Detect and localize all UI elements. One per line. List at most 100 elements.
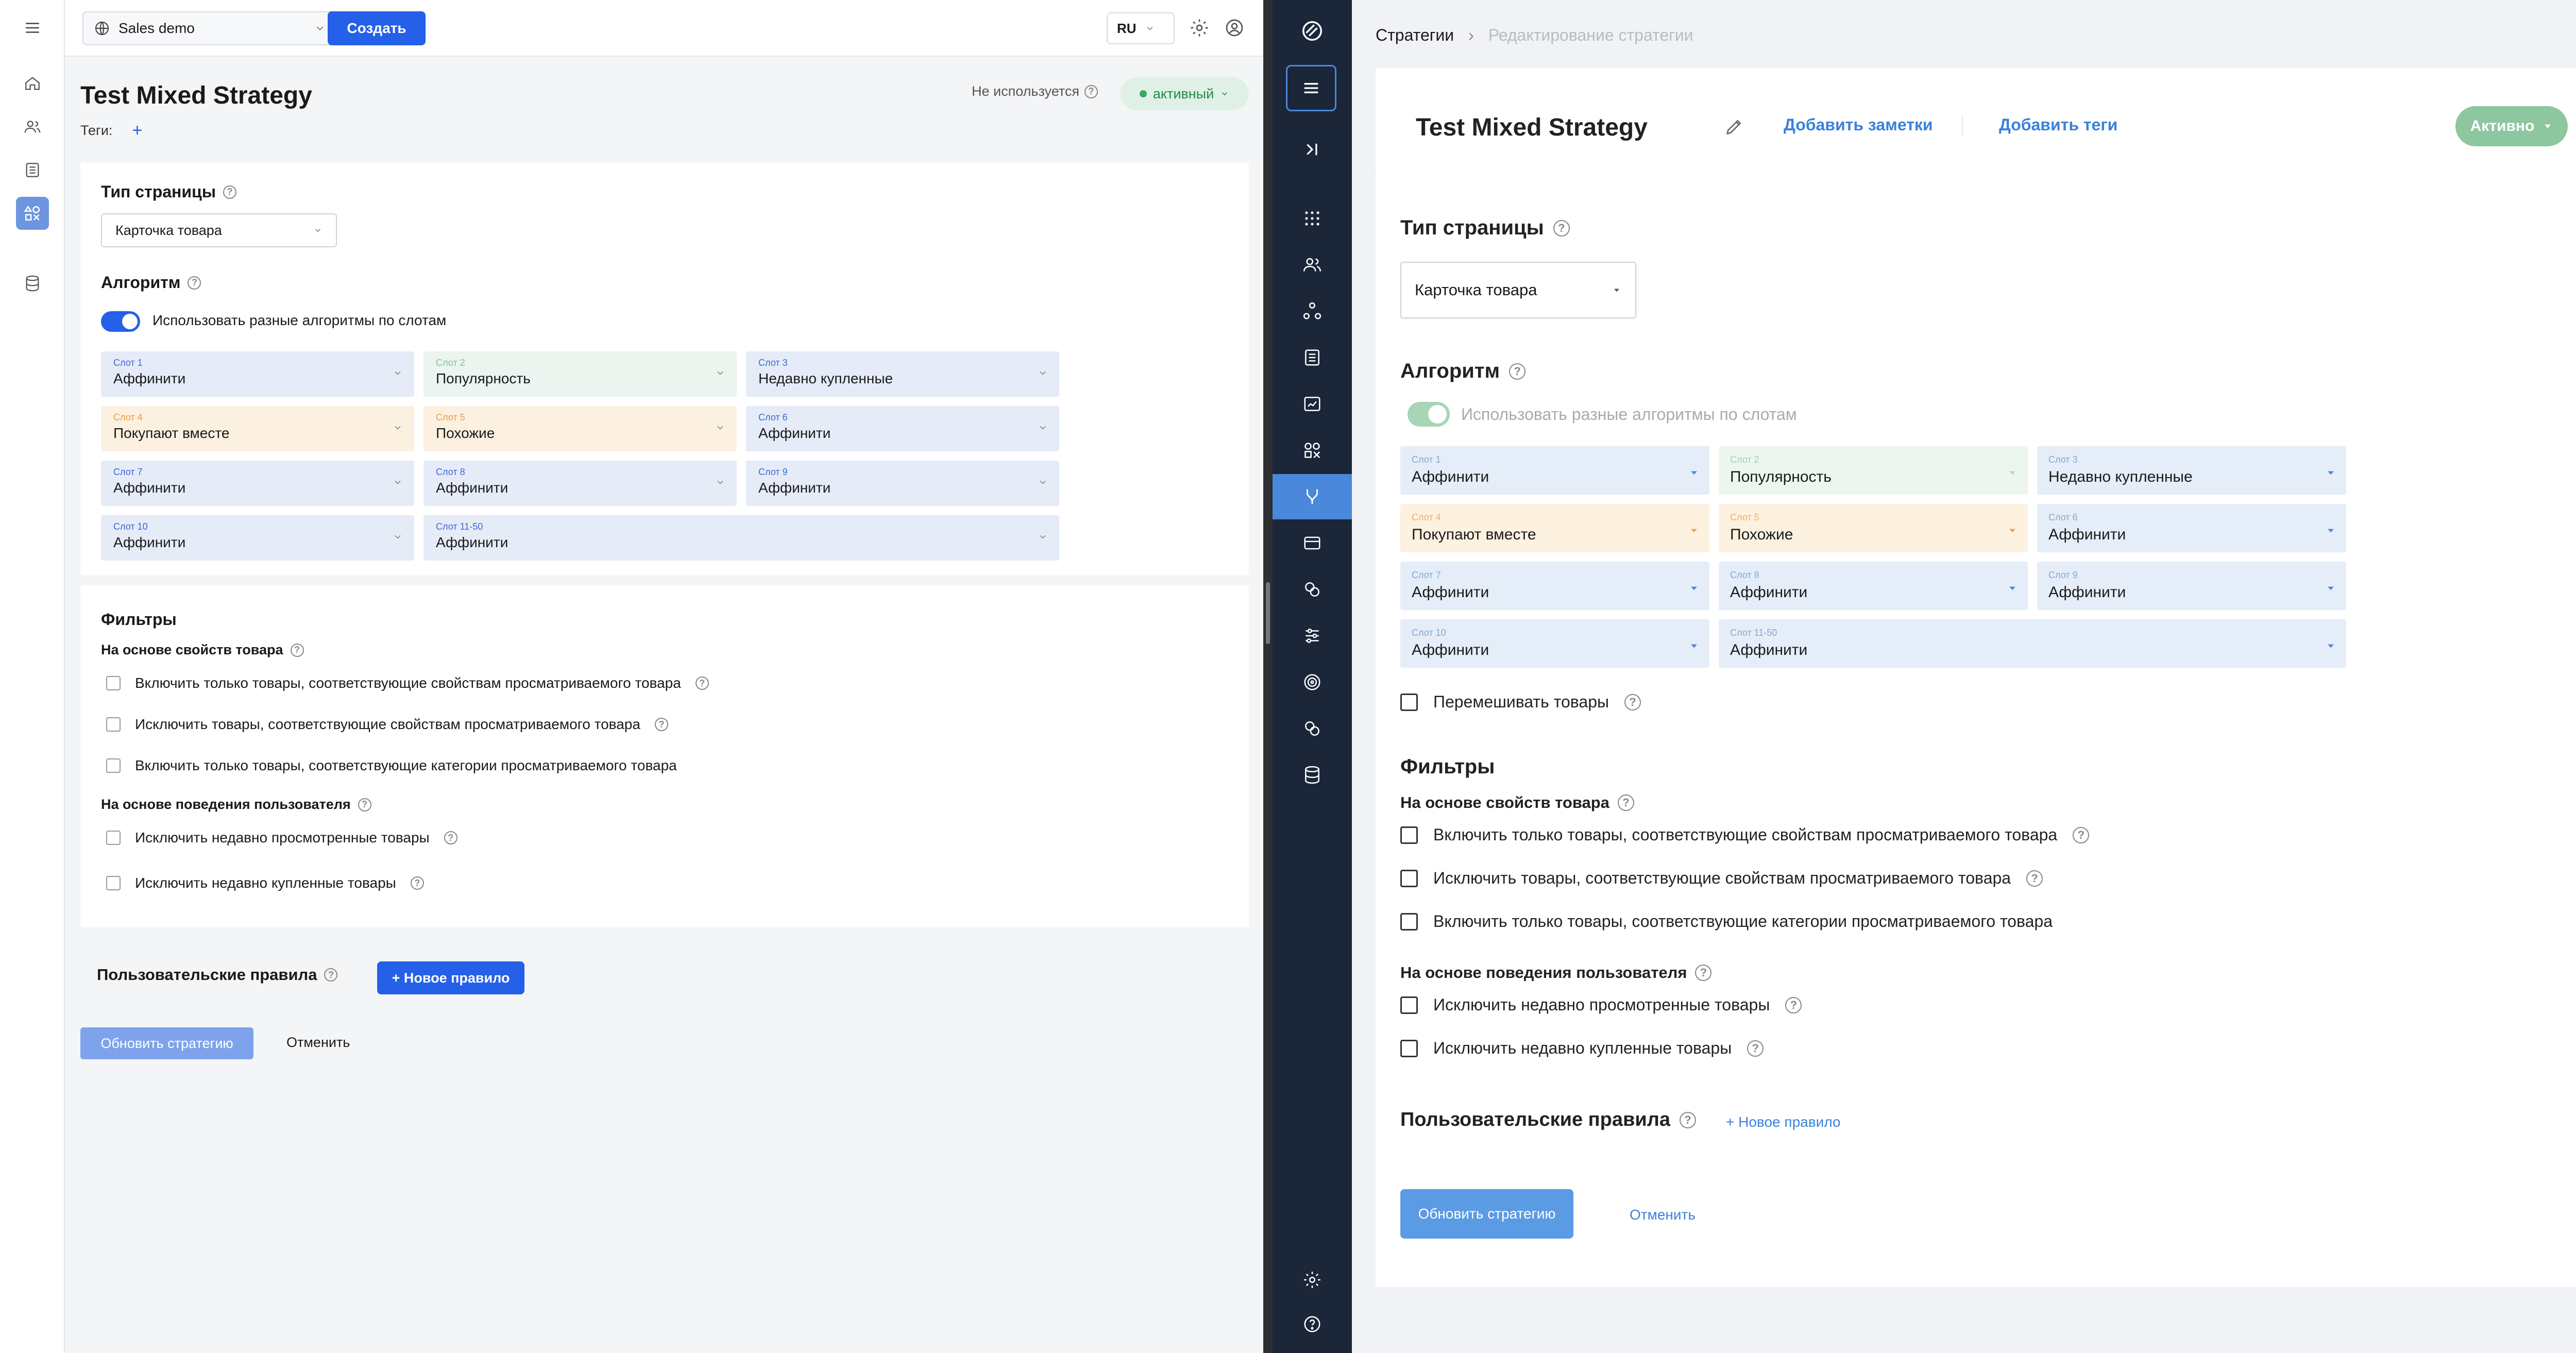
slot-select[interactable]: Слот 7 Аффинити: [1400, 562, 1709, 610]
user-avatar-icon[interactable]: [1224, 18, 1245, 38]
page-type-select[interactable]: Карточка товара: [101, 213, 337, 247]
help-icon[interactable]: ?: [1679, 1111, 1696, 1128]
filter-checkbox-row[interactable]: Исключить недавно купленные товары ?: [1400, 1039, 1764, 1058]
messages-icon[interactable]: [1273, 706, 1352, 751]
help-icon[interactable]: ?: [410, 876, 424, 890]
add-tag-button[interactable]: +: [132, 121, 142, 141]
slot-select[interactable]: Слот 3 Недавно купленные: [2037, 446, 2346, 495]
shuffle-checkbox-row[interactable]: Перемешивать товары ?: [1400, 692, 1641, 712]
help-icon[interactable]: [1273, 1301, 1352, 1347]
help-icon[interactable]: ?: [290, 643, 304, 657]
help-icon[interactable]: ?: [654, 718, 668, 731]
gear-icon[interactable]: [1189, 18, 1210, 38]
checkbox[interactable]: [1400, 826, 1418, 844]
home-icon[interactable]: [16, 67, 49, 100]
slot-select[interactable]: Слот 10 Аффинити: [1400, 619, 1709, 668]
list-icon[interactable]: [1273, 335, 1352, 380]
hamburger-menu-icon[interactable]: [1286, 65, 1336, 111]
checkbox[interactable]: [1400, 912, 1418, 931]
dashboard-icon[interactable]: [1273, 381, 1352, 427]
add-tags-link[interactable]: Добавить теги: [1999, 115, 2117, 134]
project-select[interactable]: Sales demo: [82, 11, 337, 45]
checkbox[interactable]: [1400, 869, 1418, 887]
checkbox[interactable]: [106, 876, 121, 890]
cancel-button[interactable]: Отменить: [286, 1035, 350, 1051]
slot-select[interactable]: Слот 5 Похожие: [423, 406, 737, 451]
chat-icon[interactable]: [1273, 567, 1352, 612]
filter-checkbox-row[interactable]: Исключить товары, соответствующие свойст…: [1400, 869, 2043, 888]
slot-select[interactable]: Слот 9 Аффинити: [746, 461, 1059, 506]
page-type-select[interactable]: Карточка товара: [1400, 262, 1636, 318]
cancel-button[interactable]: Отменить: [1630, 1207, 1696, 1223]
help-icon[interactable]: ?: [1747, 1040, 1764, 1057]
filter-checkbox-row[interactable]: Включить только товары, соответствующие …: [106, 675, 709, 691]
status-dropdown[interactable]: Активно: [2455, 106, 2568, 146]
help-icon[interactable]: ?: [1509, 363, 1526, 380]
slot-select[interactable]: Слот 6 Аффинити: [2037, 504, 2346, 552]
filter-checkbox-row[interactable]: Исключить недавно купленные товары ?: [106, 875, 424, 891]
slot-select[interactable]: Слот 9 Аффинити: [2037, 562, 2346, 610]
create-button[interactable]: Создать: [328, 11, 426, 45]
help-icon[interactable]: ?: [2073, 826, 2090, 843]
slot-algorithms-toggle[interactable]: [101, 311, 140, 332]
slot-algorithms-toggle[interactable]: [1408, 402, 1450, 427]
users-icon[interactable]: [1273, 242, 1352, 287]
expand-sidebar-icon[interactable]: [1273, 127, 1352, 172]
help-icon[interactable]: ?: [1785, 996, 1802, 1013]
card-icon[interactable]: [1273, 520, 1352, 566]
update-strategy-button[interactable]: Обновить стратегию: [80, 1027, 253, 1059]
help-icon[interactable]: ?: [1084, 84, 1098, 98]
list-icon[interactable]: [16, 154, 49, 187]
new-rule-link[interactable]: + Новое правило: [1726, 1114, 1840, 1130]
checkbox[interactable]: [106, 676, 121, 690]
slot-select[interactable]: Слот 5 Похожие: [1719, 504, 2028, 552]
hamburger-menu-icon[interactable]: [16, 11, 49, 44]
help-icon[interactable]: ?: [1553, 219, 1570, 236]
filter-checkbox-row[interactable]: Исключить товары, соответствующие свойст…: [106, 716, 668, 733]
strategies-icon[interactable]: [16, 197, 49, 230]
apps-grid-icon[interactable]: [1273, 196, 1352, 241]
filter-checkbox-row[interactable]: Включить только товары, соответствующие …: [1400, 912, 2053, 931]
checkbox[interactable]: [106, 717, 121, 732]
filter-checkbox-row[interactable]: Исключить недавно просмотренные товары ?: [106, 830, 457, 846]
edit-pencil-icon[interactable]: [1724, 116, 1744, 137]
checkbox[interactable]: [1400, 693, 1418, 711]
slot-select[interactable]: Слот 4 Покупают вместе: [101, 406, 414, 451]
slot-select[interactable]: Слот 11-50 Аффинити: [423, 515, 1059, 561]
users-icon[interactable]: [16, 110, 49, 143]
gear-icon[interactable]: [1273, 1257, 1352, 1303]
slot-select[interactable]: Слот 2 Популярность: [423, 351, 737, 397]
status-dropdown[interactable]: активный: [1120, 77, 1249, 110]
help-icon[interactable]: ?: [444, 831, 457, 844]
checkbox[interactable]: [1400, 996, 1418, 1014]
help-icon[interactable]: ?: [358, 798, 371, 811]
slot-select[interactable]: Слот 1 Аффинити: [1400, 446, 1709, 495]
checkbox[interactable]: [106, 831, 121, 845]
help-icon[interactable]: ?: [324, 968, 338, 982]
breadcrumb-parent[interactable]: Стратегии: [1376, 26, 1454, 45]
slot-select[interactable]: Слот 6 Аффинити: [746, 406, 1059, 451]
database-icon[interactable]: [1273, 752, 1352, 798]
add-notes-link[interactable]: Добавить заметки: [1784, 115, 1933, 134]
slot-select[interactable]: Слот 4 Покупают вместе: [1400, 504, 1709, 552]
slot-select[interactable]: Слот 3 Недавно купленные: [746, 351, 1059, 397]
new-rule-button[interactable]: + Новое правило: [377, 961, 524, 994]
settings-sliders-icon[interactable]: [1273, 613, 1352, 658]
slot-select[interactable]: Слот 11-50 Аффинити: [1719, 619, 2346, 668]
shapes-icon[interactable]: [1273, 428, 1352, 473]
update-strategy-button[interactable]: Обновить стратегию: [1400, 1189, 1573, 1239]
checkbox[interactable]: [1400, 1039, 1418, 1057]
target-icon[interactable]: [1273, 659, 1352, 705]
slot-select[interactable]: Слот 7 Аффинити: [101, 461, 414, 506]
segments-icon[interactable]: [1273, 289, 1352, 334]
slot-select[interactable]: Слот 8 Аффинити: [423, 461, 737, 506]
filter-checkbox-row[interactable]: Исключить недавно просмотренные товары ?: [1400, 995, 1802, 1014]
help-icon[interactable]: ?: [2026, 870, 2043, 887]
language-select[interactable]: RU: [1107, 12, 1175, 44]
help-icon[interactable]: ?: [1695, 965, 1712, 981]
divider-grip[interactable]: [1266, 582, 1270, 644]
help-icon[interactable]: ?: [223, 185, 237, 199]
slot-select[interactable]: Слот 1 Аффинити: [101, 351, 414, 397]
help-icon[interactable]: ?: [188, 276, 201, 290]
slot-select[interactable]: Слот 10 Аффинити: [101, 515, 414, 561]
